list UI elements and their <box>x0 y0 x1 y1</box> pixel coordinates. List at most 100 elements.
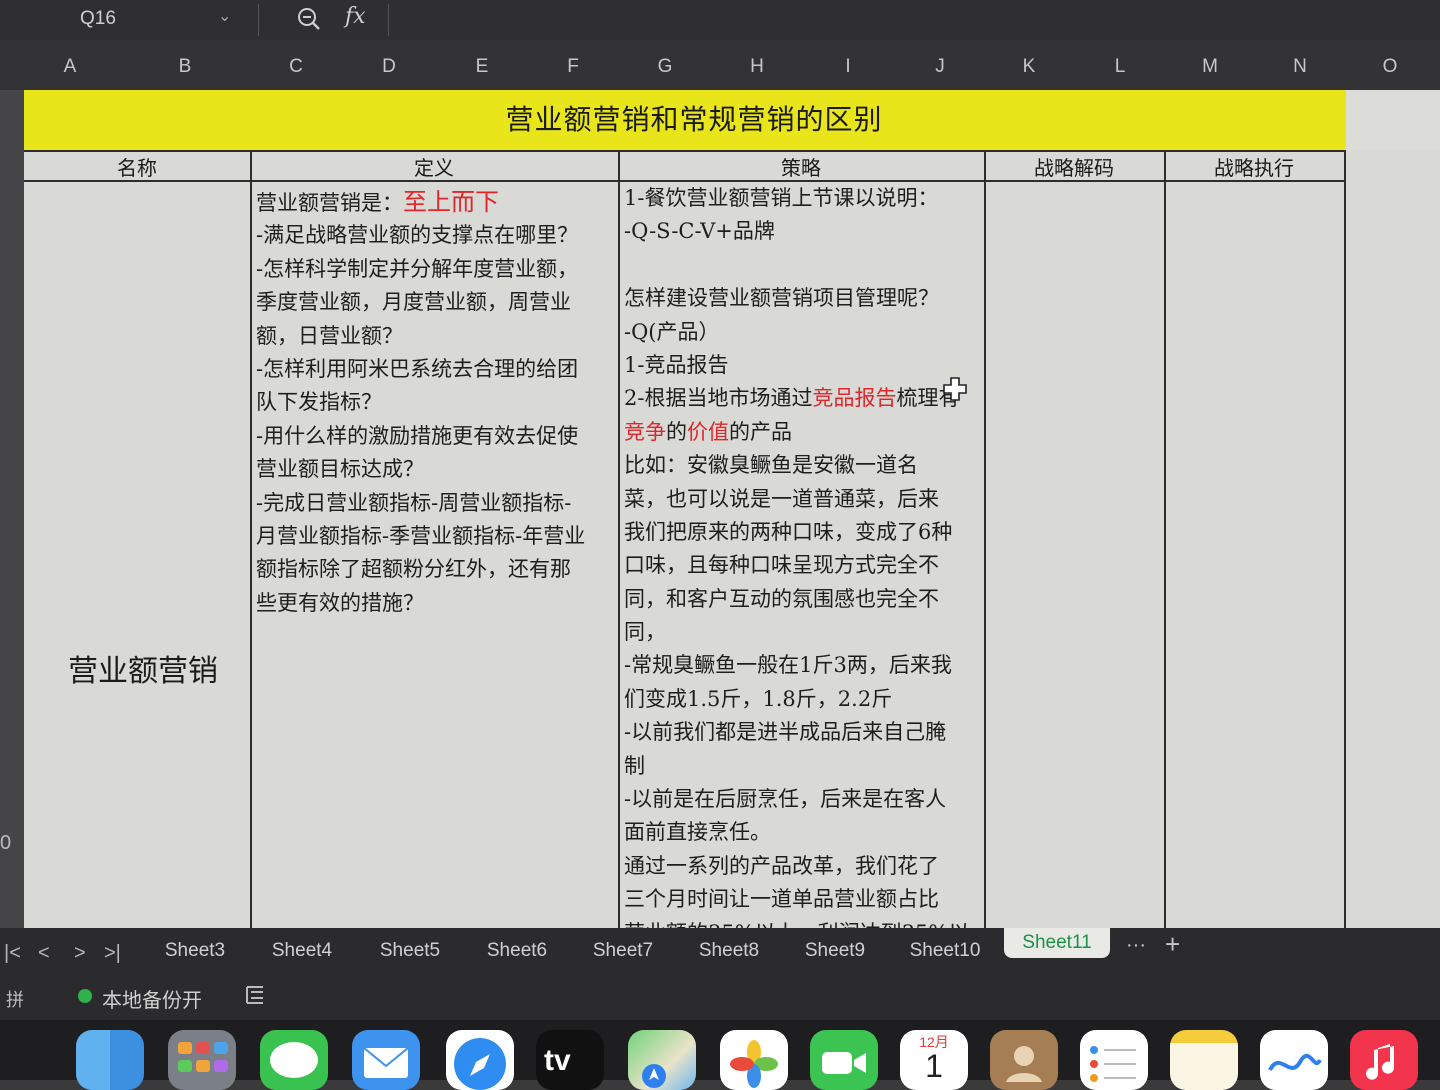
column-header-e[interactable]: E <box>476 56 489 78</box>
definition-line: -完成日营业额指标-周营业额指标- <box>256 490 572 515</box>
messages-icon[interactable] <box>260 1030 328 1090</box>
strategy-line: 制 <box>624 753 645 778</box>
calendar-icon[interactable]: 12月 1 <box>900 1030 968 1090</box>
definition-prefix: 营业额营销是： <box>256 191 403 215</box>
strategy-cell[interactable]: 1-餐饮营业额营销上节课以说明： -Q-S-C-V+品牌 怎样建设营业额营销项目… <box>624 182 969 950</box>
sheet-area[interactable]: 0 营业额营销和常规营销的区别 名称 定义 策略 战略解码 战略执行 营业额营销… <box>0 90 1440 945</box>
column-header-j[interactable]: J <box>935 56 945 78</box>
backup-status-label[interactable]: 本地备份开 <box>102 984 202 1013</box>
row-number[interactable]: 0 <box>0 832 11 855</box>
definition-line: -用什么样的激励措施更有效去促使 <box>256 423 579 448</box>
column-header-k[interactable]: K <box>1023 56 1036 78</box>
first-sheet-button[interactable]: |< <box>4 942 21 965</box>
definition-line: 季度营业额，月度营业额，周营业 <box>256 290 571 315</box>
tab-sheet11-label[interactable]: Sheet11 <box>1022 932 1091 954</box>
divider <box>388 4 389 36</box>
add-sheet-button[interactable]: + <box>1165 929 1180 960</box>
apple-tv-label: tv <box>544 1044 571 1077</box>
backup-status-dot <box>78 989 92 1003</box>
more-sheets-button[interactable]: ··· <box>1126 934 1146 957</box>
column-header-bar: A B C D E F G H I J K L M N O <box>0 40 1440 90</box>
tab-sheet4[interactable]: Sheet4 <box>272 940 332 962</box>
header-strategy-execute[interactable]: 战略执行 <box>1164 152 1344 181</box>
status-bar: 拼 本地备份开 <box>0 976 1440 1020</box>
notes-icon[interactable] <box>1170 1030 1238 1090</box>
sheet-title: 营业额营销和常规营销的区别 <box>505 103 883 136</box>
definition-cell[interactable]: 营业额营销是：至上而下 -满足战略营业额的支撑点在哪里？ -怎样科学制定并分解年… <box>256 186 585 620</box>
dock: tv 12月 1 <box>0 1020 1440 1090</box>
column-header-l[interactable]: L <box>1115 56 1126 78</box>
safari-icon[interactable] <box>446 1030 514 1090</box>
strategy-execute-cell[interactable] <box>1166 182 1343 930</box>
apple-tv-icon[interactable]: tv <box>536 1030 604 1090</box>
column-header-c[interactable]: C <box>289 56 303 78</box>
strategy-decode-cell[interactable] <box>986 182 1163 930</box>
strategy-line: 同， <box>624 620 666 645</box>
column-header-a[interactable]: A <box>64 56 77 78</box>
header-definition[interactable]: 定义 <box>250 152 618 181</box>
column-header-h[interactable]: H <box>750 56 764 78</box>
column-header-n[interactable]: N <box>1293 56 1307 78</box>
header-strategy-decode[interactable]: 战略解码 <box>984 152 1164 181</box>
column-header-i[interactable]: I <box>845 56 850 78</box>
strategy-line: 同，和客户互动的氛围感也完全不 <box>624 586 939 611</box>
strategy-line: 2-根据当地市场通过竞品报告梳理有 <box>624 382 969 415</box>
previous-sheet-button[interactable]: < <box>38 942 50 965</box>
launchpad-icon[interactable] <box>168 1030 236 1090</box>
header-name[interactable]: 名称 <box>24 152 250 181</box>
finder-icon[interactable] <box>76 1030 144 1090</box>
tab-sheet6[interactable]: Sheet6 <box>487 940 547 962</box>
facetime-icon[interactable] <box>810 1030 878 1090</box>
sheet-tab-bar: |< < > >| Sheet3 Sheet4 Sheet5 Sheet6 Sh… <box>0 928 1440 976</box>
input-method-indicator[interactable]: 拼 <box>6 986 24 1012</box>
tab-sheet7[interactable]: Sheet7 <box>593 940 653 962</box>
strategy-line: 1-餐饮营业额营销上节课以说明： <box>624 186 939 210</box>
strategy-line: 竞争的价值的产品 <box>624 416 969 449</box>
fx-icon[interactable]: fx <box>345 4 366 29</box>
header-strategy[interactable]: 策略 <box>618 152 984 181</box>
tab-sheet9[interactable]: Sheet9 <box>805 940 865 962</box>
tab-sheet3[interactable]: Sheet3 <box>165 940 225 962</box>
strategy-highlight: 竞品报告 <box>812 386 897 411</box>
strategy-line: 1-竞品报告 <box>624 352 729 377</box>
definition-line: -满足战略营业额的支撑点在哪里？ <box>256 223 579 248</box>
music-icon[interactable] <box>1350 1030 1418 1090</box>
tab-sheet10[interactable]: Sheet10 <box>910 940 981 962</box>
zoom-icon[interactable] <box>296 6 322 32</box>
outline-panel-icon[interactable] <box>244 984 266 1006</box>
column-header-f[interactable]: F <box>567 56 579 78</box>
strategy-line: -Q-S-C-V+品牌 <box>624 219 775 244</box>
strategy-line: -以前是在后厨烹任，后来是在客人 <box>624 787 947 812</box>
tab-sheet8[interactable]: Sheet8 <box>699 940 759 962</box>
strategy-highlight: 价值 <box>687 419 729 444</box>
reminders-icon[interactable] <box>1080 1030 1148 1090</box>
tab-sheet5[interactable]: Sheet5 <box>380 940 440 962</box>
column-header-d[interactable]: D <box>382 56 396 78</box>
strategy-line: 怎样建设营业额营销项目管理呢？ <box>624 286 939 311</box>
cell-reference-box[interactable]: Q16 <box>80 8 116 30</box>
contacts-icon[interactable] <box>990 1030 1058 1090</box>
maps-icon[interactable] <box>628 1030 696 1090</box>
column-header-b[interactable]: B <box>179 56 192 78</box>
definition-line: 营业额营销是：至上而下 <box>256 186 585 219</box>
column-header-o[interactable]: O <box>1383 56 1398 78</box>
strategy-line: 我们把原来的两种口味，变成了6种 <box>624 519 953 544</box>
row-name-cell[interactable]: 营业额营销 <box>68 646 218 690</box>
mail-icon[interactable] <box>352 1030 420 1090</box>
strategy-line: -Q(产品） <box>624 319 720 344</box>
next-sheet-button[interactable]: > <box>74 942 86 965</box>
grid-line <box>1344 150 1346 930</box>
freeform-icon[interactable] <box>1260 1030 1328 1090</box>
column-header-m[interactable]: M <box>1202 56 1218 78</box>
sheet-grid[interactable]: 营业额营销和常规营销的区别 名称 定义 策略 战略解码 战略执行 营业额营销 营… <box>24 90 1440 945</box>
chevron-down-icon[interactable]: ⌄ <box>218 6 231 26</box>
column-header-g[interactable]: G <box>658 56 673 78</box>
strategy-line: 们变成1.5斤，1.8斤，2.2斤 <box>624 686 893 711</box>
strategy-line: 口味，且每种口味呈现方式完全不 <box>624 553 939 578</box>
grid-line <box>618 150 620 930</box>
definition-line: 月营业额指标-季营业额指标-年营业 <box>256 523 586 548</box>
photos-icon[interactable] <box>720 1030 788 1090</box>
strategy-highlight: 竞争 <box>624 419 666 444</box>
last-sheet-button[interactable]: >| <box>104 942 121 965</box>
formula-bar: Q16 ⌄ fx <box>0 0 1440 40</box>
